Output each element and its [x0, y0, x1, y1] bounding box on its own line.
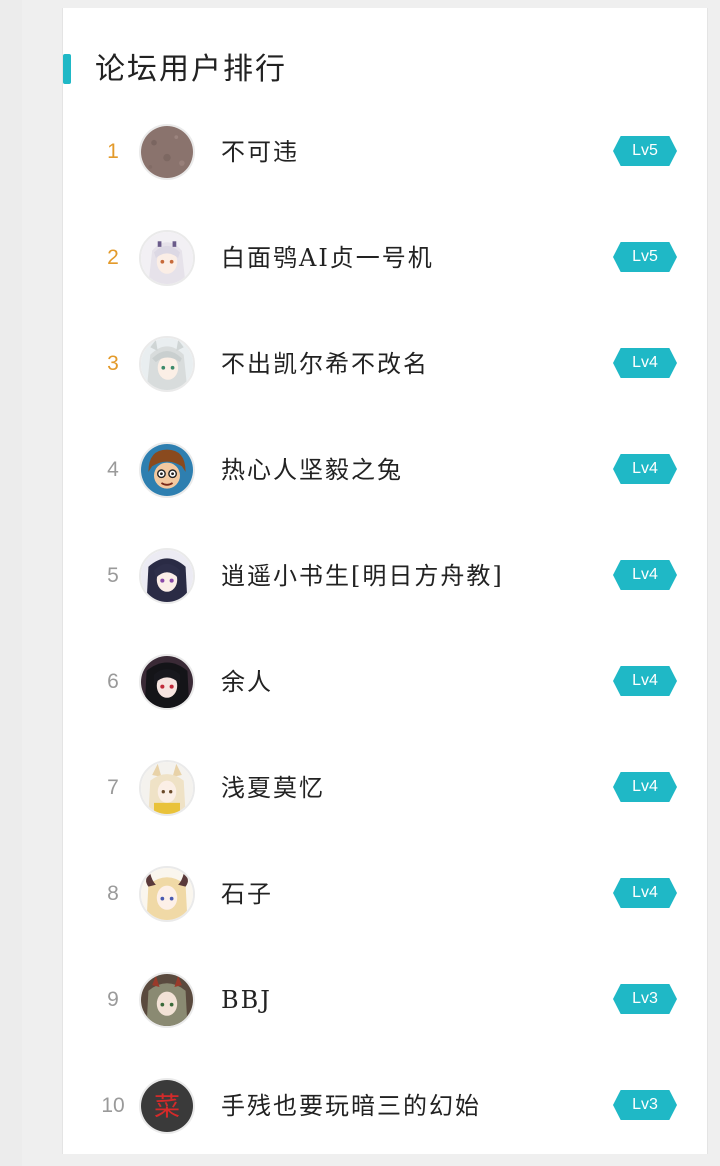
username[interactable]: 白面鸮AI贞一号机	[221, 204, 434, 312]
ranking-card: 论坛用户排行 1 不可违 Lv5 2 白面鸮AI贞一号机 Lv5 3 不出凯尔希…	[62, 8, 708, 1154]
username[interactable]: 余人	[221, 628, 273, 736]
username[interactable]: 热心人坚毅之兔	[221, 416, 403, 524]
title-accent-bar	[63, 54, 71, 84]
list-item[interactable]: 9 BBJ Lv3	[63, 946, 707, 1052]
avatar[interactable]	[139, 972, 195, 1028]
level-badge: Lv3	[613, 984, 677, 1014]
rank-number: 3	[107, 352, 119, 375]
user-ranking-list: 1 不可违 Lv5 2 白面鸮AI贞一号机 Lv5 3 不出凯尔希不改名 Lv4…	[63, 98, 707, 1158]
avatar[interactable]: 菜	[139, 1078, 195, 1134]
username[interactable]: 不可违	[221, 98, 299, 206]
level-badge: Lv4	[613, 878, 677, 908]
rank-number: 2	[107, 246, 119, 269]
avatar-cartoon-boy-icon	[141, 444, 193, 496]
username[interactable]: 手残也要玩暗三的幻始	[221, 1052, 481, 1160]
list-item[interactable]: 1 不可违 Lv5	[63, 98, 707, 204]
avatar-anime-blonde-horns-icon	[141, 868, 193, 920]
level-badge: Lv4	[613, 560, 677, 590]
rank-number: 7	[107, 776, 119, 799]
avatar-red-character-icon: 菜	[141, 1080, 193, 1132]
rank-number: 5	[107, 564, 119, 587]
level-badge: Lv4	[613, 348, 677, 378]
username[interactable]: 石子	[221, 840, 273, 948]
level-badge: Lv4	[613, 454, 677, 484]
rank-number: 4	[107, 458, 119, 481]
avatar[interactable]	[139, 760, 195, 816]
avatar[interactable]	[139, 230, 195, 286]
username[interactable]: 浅夏莫忆	[221, 734, 325, 842]
card-header: 论坛用户排行	[63, 48, 707, 92]
avatar[interactable]	[139, 866, 195, 922]
level-badge: Lv5	[613, 242, 677, 272]
avatar-anime-black-hair-icon	[141, 656, 193, 708]
avatar-anime-dark-hair-icon	[141, 550, 193, 602]
level-badge: Lv4	[613, 666, 677, 696]
avatar[interactable]	[139, 442, 195, 498]
username[interactable]: 不出凯尔希不改名	[221, 310, 429, 418]
list-item[interactable]: 6 余人 Lv4	[63, 628, 707, 734]
level-badge: Lv5	[613, 136, 677, 166]
rank-number: 8	[107, 882, 119, 905]
username[interactable]: BBJ	[221, 946, 272, 1054]
list-item[interactable]: 3 不出凯尔希不改名 Lv4	[63, 310, 707, 416]
list-item[interactable]: 8 石子 Lv4	[63, 840, 707, 946]
rank-number: 10	[101, 1094, 125, 1117]
avatar[interactable]	[139, 336, 195, 392]
rank-number: 1	[107, 140, 119, 163]
page-title: 论坛用户排行	[95, 52, 287, 87]
rank-number: 9	[107, 988, 119, 1011]
avatar[interactable]	[139, 548, 195, 604]
avatar-anime-silver-hair-icon	[141, 338, 193, 390]
page-left-margin	[0, 0, 22, 1166]
username[interactable]: 逍遥小书生[明日方舟教]	[221, 522, 504, 630]
list-item[interactable]: 10 菜 手残也要玩暗三的幻始 Lv3	[63, 1052, 707, 1158]
avatar[interactable]	[139, 654, 195, 710]
avatar-brown-texture-icon	[141, 126, 193, 178]
list-item[interactable]: 5 逍遥小书生[明日方舟教] Lv4	[63, 522, 707, 628]
rank-number: 6	[107, 670, 119, 693]
list-item[interactable]: 4 热心人坚毅之兔 Lv4	[63, 416, 707, 522]
page-right-margin	[708, 0, 720, 1166]
avatar-anime-fox-girl-icon	[141, 762, 193, 814]
level-badge: Lv4	[613, 772, 677, 802]
avatar[interactable]	[139, 124, 195, 180]
level-badge: Lv3	[613, 1090, 677, 1120]
list-item[interactable]: 7 浅夏莫忆 Lv4	[63, 734, 707, 840]
svg-text:菜: 菜	[154, 1092, 180, 1122]
avatar-anime-green-hair-icon	[141, 974, 193, 1026]
avatar-anime-white-hair-icon	[141, 232, 193, 284]
list-item[interactable]: 2 白面鸮AI贞一号机 Lv5	[63, 204, 707, 310]
